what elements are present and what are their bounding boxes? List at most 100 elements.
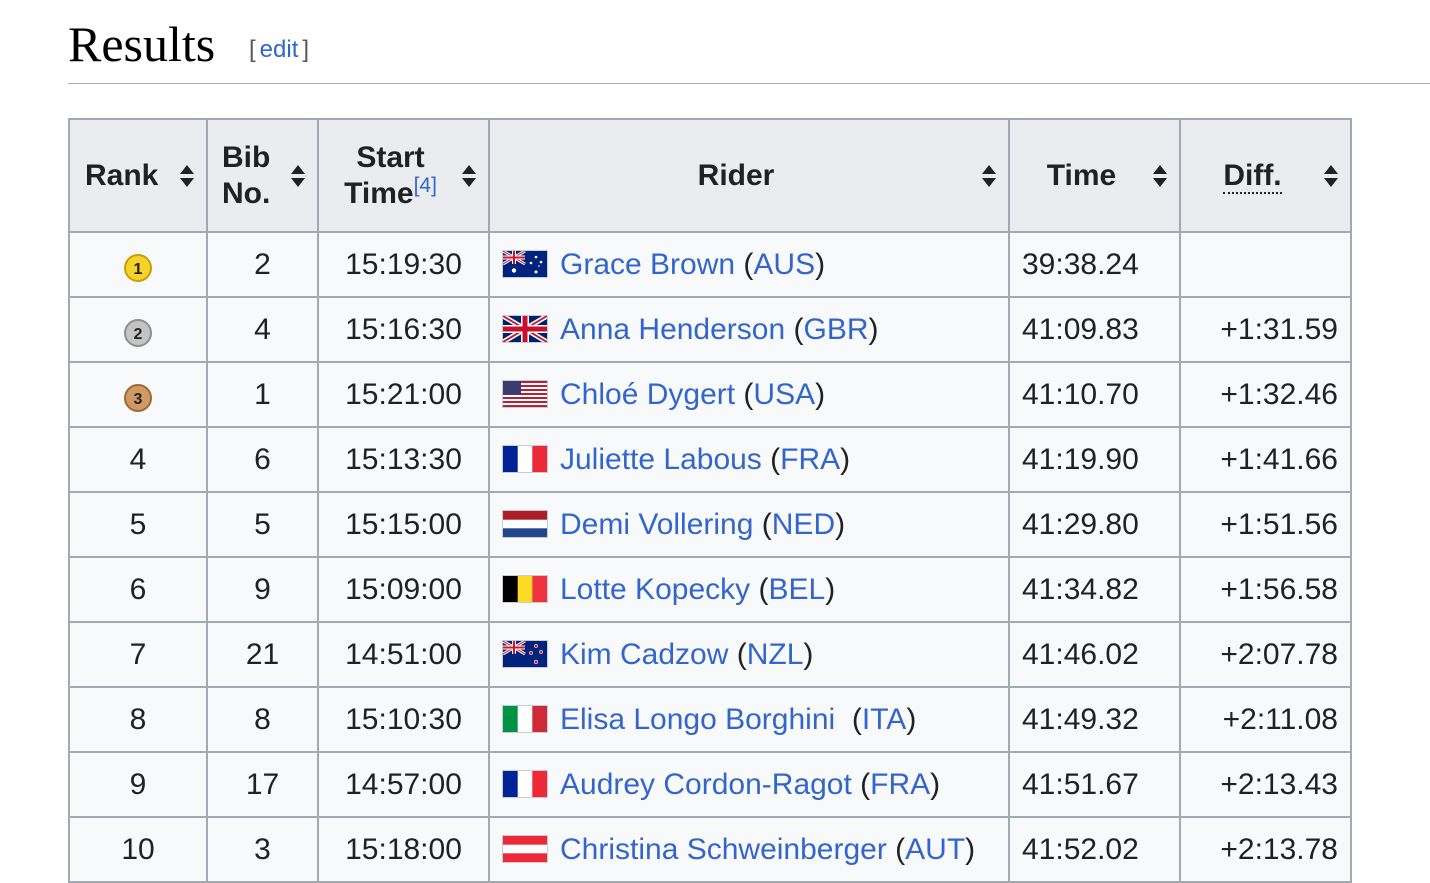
rider-link[interactable]: Audrey Cordon-Ragot: [560, 768, 852, 801]
sort-icon[interactable]: [462, 164, 476, 188]
aut-flag-icon: [502, 834, 548, 863]
nationality-link[interactable]: NZL: [747, 638, 804, 671]
diff-cell: +2:13.43: [1179, 751, 1352, 818]
rider-cell: Juliette Labous (FRA): [488, 426, 1010, 493]
nationality-link[interactable]: AUT: [905, 833, 965, 866]
table-row: 1 2 15:19:30 Grace Brown (AUS) 39:38.24: [68, 231, 1352, 298]
start-time-cell: 15:10:30: [317, 686, 490, 753]
rank-cell: 2: [68, 296, 208, 363]
nationality: (GBR): [793, 312, 879, 346]
start-header-label-1: Start: [356, 140, 425, 174]
ned-flag-icon: [502, 509, 548, 538]
diff-cell: +1:51.56: [1179, 491, 1352, 558]
rider-link[interactable]: Lotte Kopecky: [560, 573, 750, 606]
sort-icon[interactable]: [1324, 164, 1338, 188]
bronze-medal-icon: 3: [124, 383, 152, 412]
bib-cell: 8: [206, 686, 319, 753]
nationality-link[interactable]: FRA: [870, 768, 930, 801]
sort-icon[interactable]: [180, 164, 194, 188]
start-time-cell: 15:18:00: [317, 816, 490, 883]
time-cell: 41:19.90: [1008, 426, 1181, 493]
nationality-link[interactable]: AUS: [753, 248, 815, 281]
rank-header-label: Rank: [85, 158, 159, 192]
rank-cell: 1: [68, 231, 208, 298]
rider-link[interactable]: Christina Schweinberger: [560, 833, 887, 866]
rank-cell: 3: [68, 361, 208, 428]
nationality: (ITA): [851, 702, 917, 736]
nationality: (USA): [743, 377, 826, 411]
section-title: Results: [68, 16, 216, 72]
sort-icon[interactable]: [291, 164, 305, 188]
table-row: 7 21 14:51:00 Kim Cadzow (NZL) 41:46.02 +2:07…: [68, 621, 1352, 688]
rider-link[interactable]: Anna Henderson: [560, 313, 785, 346]
nationality-link[interactable]: ITA: [862, 703, 906, 736]
table-row: 3 1 15:21:00 Chloé Dygert (USA) 41:10.70 +1:3…: [68, 361, 1352, 428]
rider-cell: Chloé Dygert (USA): [488, 361, 1010, 428]
nationality-link[interactable]: BEL: [768, 573, 825, 606]
bib-cell: 17: [206, 751, 319, 818]
bib-cell: 3: [206, 816, 319, 883]
header-row: Rank Bib No. Start Time[4] Rider Time Di…: [68, 118, 1352, 233]
nationality: (NZL): [736, 637, 814, 671]
bib-header[interactable]: Bib No.: [206, 118, 319, 233]
rank-cell: 8: [68, 686, 208, 753]
time-cell: 41:52.02: [1008, 816, 1181, 883]
start-time-cell: 14:51:00: [317, 621, 490, 688]
rank-header[interactable]: Rank: [68, 118, 208, 233]
sort-icon[interactable]: [1153, 164, 1167, 188]
diff-cell: +2:07.78: [1179, 621, 1352, 688]
diff-cell: [1179, 231, 1352, 298]
diff-cell: +2:11.08: [1179, 686, 1352, 753]
results-table: Rank Bib No. Start Time[4] Rider Time Di…: [68, 118, 1352, 883]
rider-link[interactable]: Chloé Dygert: [560, 378, 735, 411]
start-time-cell: 14:57:00: [317, 751, 490, 818]
table-row: 9 17 14:57:00 Audrey Cordon-Ragot (FRA) 41:5…: [68, 751, 1352, 818]
edit-section: [edit]: [249, 36, 310, 63]
start-time-header[interactable]: Start Time[4]: [317, 118, 490, 233]
bib-cell: 1: [206, 361, 319, 428]
diff-cell: +1:56.58: [1179, 556, 1352, 623]
start-time-cell: 15:19:30: [317, 231, 490, 298]
rider-link[interactable]: Demi Vollering: [560, 508, 753, 541]
diff-header[interactable]: Diff.: [1179, 118, 1352, 233]
nationality-link[interactable]: FRA: [780, 443, 840, 476]
bib-cell: 6: [206, 426, 319, 493]
nationality: (FRA): [860, 767, 941, 801]
rider-link[interactable]: Elisa Longo Borghini: [560, 703, 835, 736]
diff-cell: +1:31.59: [1179, 296, 1352, 363]
gbr-flag-icon: [502, 314, 548, 343]
rider-cell: Christina Schweinberger (AUT): [488, 816, 1010, 883]
rank-cell: 5: [68, 491, 208, 558]
start-header-label-2: Time: [344, 176, 414, 210]
gold-medal-icon: 1: [124, 253, 152, 282]
time-header[interactable]: Time: [1008, 118, 1181, 233]
table-row: 8 8 15:10:30 Elisa Longo Borghini (ITA) 41:4…: [68, 686, 1352, 753]
aus-flag-icon: [502, 249, 548, 278]
nzl-flag-icon: [502, 639, 548, 668]
diff-cell: +1:32.46: [1179, 361, 1352, 428]
rider-cell: Kim Cadzow (NZL): [488, 621, 1010, 688]
rider-link[interactable]: Grace Brown: [560, 248, 735, 281]
rider-cell: Lotte Kopecky (BEL): [488, 556, 1010, 623]
nationality-link[interactable]: NED: [772, 508, 835, 541]
nationality-link[interactable]: GBR: [804, 313, 869, 346]
edit-link[interactable]: edit: [260, 36, 299, 63]
nationality: (AUT): [895, 832, 976, 866]
bib-cell: 9: [206, 556, 319, 623]
bib-cell: 21: [206, 621, 319, 688]
reference-link[interactable]: [4]: [414, 174, 437, 197]
rider-link[interactable]: Kim Cadzow: [560, 638, 728, 671]
time-cell: 41:09.83: [1008, 296, 1181, 363]
rank-cell: 7: [68, 621, 208, 688]
time-header-label: Time: [1046, 158, 1117, 192]
rider-link[interactable]: Juliette Labous: [560, 443, 762, 476]
start-time-cell: 15:16:30: [317, 296, 490, 363]
table-row: 2 4 15:16:30 Anna Henderson (GBR) 41:09.83 +1…: [68, 296, 1352, 363]
rider-header[interactable]: Rider: [488, 118, 1010, 233]
time-cell: 39:38.24: [1008, 231, 1181, 298]
sort-icon[interactable]: [982, 164, 996, 188]
nationality-link[interactable]: USA: [753, 378, 815, 411]
table-row: 10 3 15:18:00 Christina Schweinberger (AUT)…: [68, 816, 1352, 883]
time-cell: 41:46.02: [1008, 621, 1181, 688]
bib-header-label-2: No.: [222, 176, 271, 210]
